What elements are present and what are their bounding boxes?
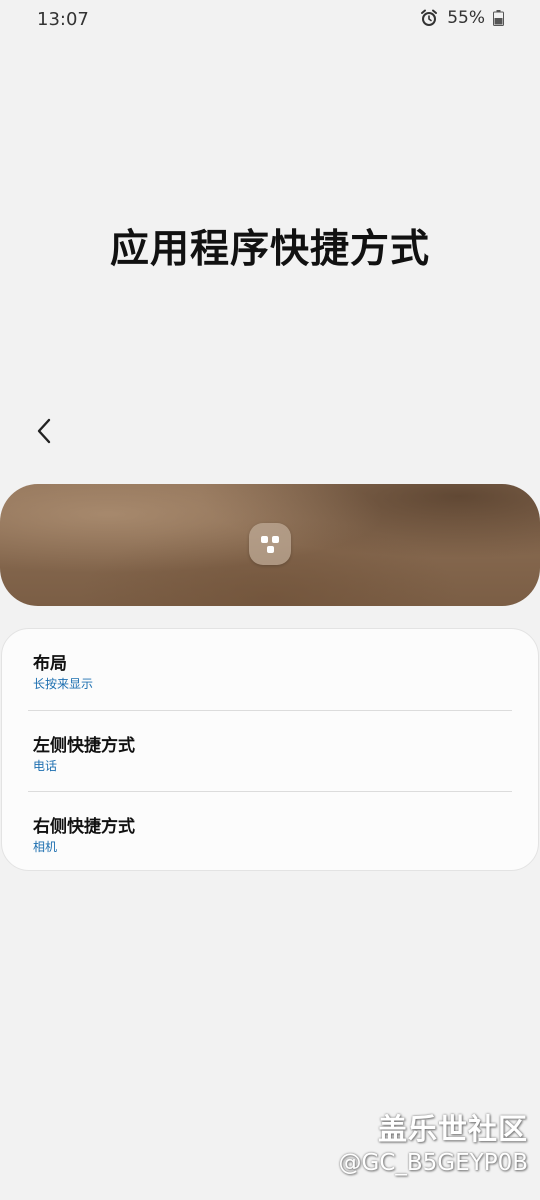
- setting-value: 相机: [33, 840, 58, 854]
- status-time: 13:07: [37, 9, 89, 30]
- chevron-left-icon: [37, 418, 51, 444]
- setting-value: 电话: [33, 759, 58, 773]
- setting-title: 左侧快捷方式: [33, 736, 135, 756]
- settings-card: 布局 长按来显示 左侧快捷方式 电话 右侧快捷方式 相机: [1, 628, 539, 871]
- setting-value: 长按来显示: [33, 677, 94, 691]
- app-shortcut-icon[interactable]: [249, 523, 291, 565]
- setting-left-shortcut[interactable]: 左侧快捷方式 电话: [2, 711, 538, 791]
- page-title: 应用程序快捷方式: [109, 227, 430, 272]
- icon-dot: [261, 536, 268, 543]
- icon-dot: [272, 536, 279, 543]
- icon-dot: [266, 546, 274, 553]
- setting-title: 右侧快捷方式: [33, 817, 135, 837]
- setting-layout[interactable]: 布局 长按来显示: [2, 629, 538, 709]
- setting-title: 布局: [33, 654, 67, 674]
- back-button[interactable]: [24, 410, 64, 452]
- alarm-icon: [421, 9, 438, 26]
- battery-icon: [493, 10, 504, 26]
- setting-right-shortcut[interactable]: 右侧快捷方式 相机: [2, 792, 538, 872]
- status-indicators: 55%: [419, 8, 504, 28]
- status-bar: 13:07 55%: [0, 0, 540, 40]
- watermark-user: @GC_B5GEYP0B: [338, 1150, 528, 1176]
- watermark-community: 盖乐世社区: [377, 1112, 528, 1146]
- battery-percent: 55%: [447, 8, 485, 28]
